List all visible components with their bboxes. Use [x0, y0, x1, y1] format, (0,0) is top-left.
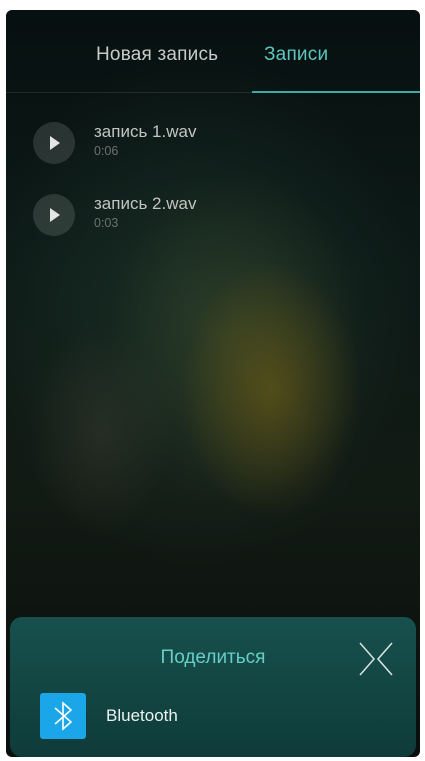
recording-item[interactable]: запись 2.wav 0:03	[6, 194, 420, 256]
bluetooth-icon	[40, 693, 86, 739]
recording-name: запись 1.wav	[94, 122, 197, 141]
close-button[interactable]	[356, 641, 396, 677]
play-icon	[50, 208, 60, 222]
play-icon	[50, 136, 60, 150]
close-icon	[359, 642, 393, 676]
active-tab-indicator	[252, 91, 420, 93]
recording-item[interactable]: запись 1.wav 0:06	[6, 122, 420, 184]
share-option-label: Bluetooth	[106, 706, 178, 725]
recording-duration: 0:06	[94, 144, 119, 158]
tab-recordings[interactable]: Записи	[264, 44, 328, 66]
share-sheet: Поделиться Bluetooth	[10, 617, 416, 757]
play-button[interactable]	[33, 194, 75, 236]
play-button[interactable]	[33, 122, 75, 164]
recording-duration: 0:03	[94, 216, 119, 230]
app-screen: Новая запись Записи запись 1.wav 0:06 за…	[6, 10, 420, 757]
recording-name: запись 2.wav	[94, 194, 197, 213]
tab-bar: Новая запись Записи	[6, 10, 420, 93]
tab-new-recording[interactable]: Новая запись	[96, 44, 218, 66]
share-option-bluetooth[interactable]: Bluetooth	[30, 693, 400, 739]
